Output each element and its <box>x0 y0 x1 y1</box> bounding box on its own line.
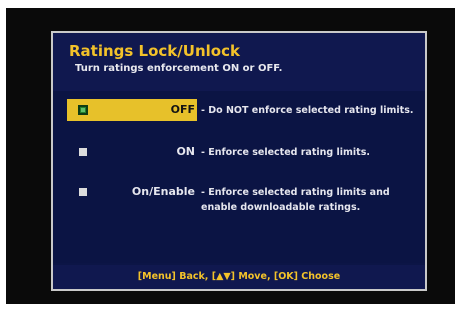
option-on-enable[interactable]: On/Enable - Enforce selected rating limi… <box>53 181 425 215</box>
dialog-title: Ratings Lock/Unlock <box>69 42 240 60</box>
ratings-dialog: Ratings Lock/Unlock Turn ratings enforce… <box>51 31 427 291</box>
option-on-enable-description: - Enforce selected rating limits and ena… <box>201 187 390 213</box>
checkbox-icon <box>79 148 87 156</box>
footer-hint: [Menu] Back, [▲▼] Move, [OK] Choose <box>53 265 425 289</box>
dialog-subtitle: Turn ratings enforcement ON or OFF. <box>75 63 283 74</box>
option-off[interactable]: OFF - Do NOT enforce selected rating lim… <box>53 99 425 121</box>
dialog-header: Ratings Lock/Unlock Turn ratings enforce… <box>53 33 425 91</box>
option-on-description: - Enforce selected rating limits. <box>201 147 370 158</box>
option-on[interactable]: ON - Enforce selected rating limits. <box>53 141 425 163</box>
tv-screen: Ratings Lock/Unlock Turn ratings enforce… <box>6 8 455 304</box>
options-list: OFF - Do NOT enforce selected rating lim… <box>53 91 425 263</box>
option-on-enable-label: On/Enable <box>131 185 195 198</box>
option-off-label: OFF <box>170 103 195 116</box>
option-off-description: - Do NOT enforce selected rating limits. <box>201 105 414 116</box>
checkbox-selected-icon <box>78 105 88 115</box>
option-on-label: ON <box>176 145 195 158</box>
checkbox-icon <box>79 188 87 196</box>
